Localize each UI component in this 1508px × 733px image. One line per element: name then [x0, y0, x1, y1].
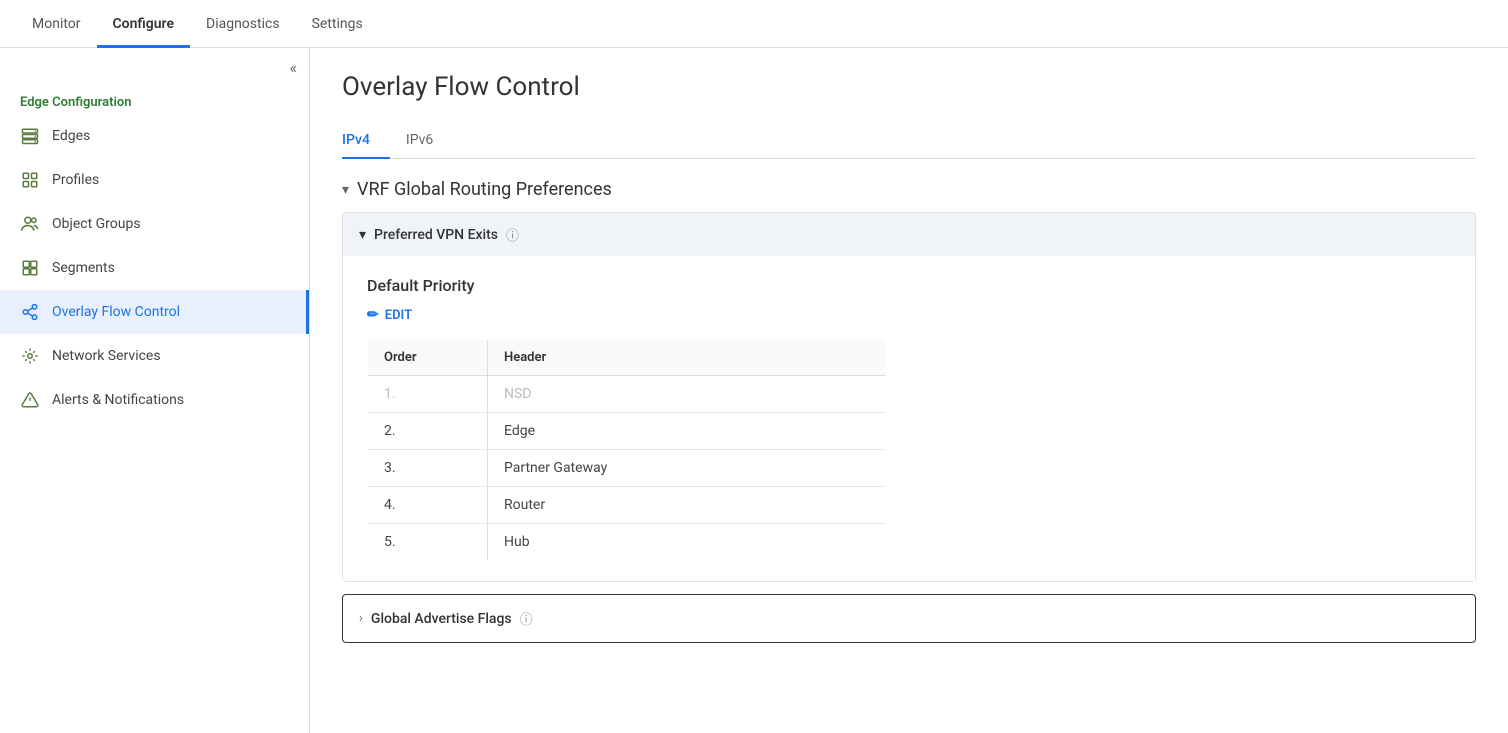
main-layout: « Edge Configuration Edges	[0, 48, 1508, 733]
tab-ipv6[interactable]: IPv6	[406, 122, 453, 158]
vrf-section-header[interactable]: ▾ VRF Global Routing Preferences	[342, 179, 1476, 200]
table-row: 2.Edge	[368, 413, 887, 450]
content-area: Overlay Flow Control IPv4 IPv6 ▾ VRF Glo…	[310, 48, 1508, 733]
priority-table: Order Header 1.NSD2.Edge3.Partner Gatewa…	[367, 339, 887, 561]
table-cell-order: 3.	[368, 450, 488, 487]
col-header-header: Header	[488, 340, 887, 376]
table-cell-order: 1.	[368, 376, 488, 413]
sidebar: « Edge Configuration Edges	[0, 48, 310, 733]
tabs: IPv4 IPv6	[342, 122, 1476, 159]
tab-ipv4[interactable]: IPv4	[342, 122, 390, 158]
tab-diagnostics[interactable]: Diagnostics	[190, 0, 296, 48]
tab-monitor[interactable]: Monitor	[16, 0, 97, 48]
server-icon	[20, 126, 40, 146]
preferred-vpn-exits-body: Default Priority ✏ EDIT Order Header	[343, 256, 1475, 581]
table-cell-header: Partner Gateway	[488, 450, 887, 487]
sidebar-section-label: Edge Configuration	[0, 87, 309, 114]
sidebar-item-segments-label: Segments	[52, 260, 115, 276]
preferred-vpn-chevron-down-icon: ▾	[359, 227, 366, 243]
table-cell-header: Edge	[488, 413, 887, 450]
sidebar-item-overlay-flow-control-label: Overlay Flow Control	[52, 304, 180, 320]
table-cell-order: 5.	[368, 524, 488, 561]
edit-label: EDIT	[385, 308, 412, 323]
sidebar-item-edges[interactable]: Edges	[0, 114, 309, 158]
object-groups-icon	[20, 214, 40, 234]
collapse-icon: «	[289, 58, 297, 77]
sidebar-item-overlay-flow-control[interactable]: Overlay Flow Control	[0, 290, 309, 334]
table-row: 4.Router	[368, 487, 887, 524]
sidebar-item-edges-label: Edges	[52, 128, 90, 144]
profiles-icon	[20, 170, 40, 190]
table-row: 5.Hub	[368, 524, 887, 561]
sidebar-item-alerts-notifications-label: Alerts & Notifications	[52, 392, 184, 408]
global-flags-chevron-right-icon: ›	[359, 611, 363, 626]
tab-configure[interactable]: Configure	[97, 0, 190, 48]
table-cell-order: 4.	[368, 487, 488, 524]
sidebar-item-alerts-notifications[interactable]: Alerts & Notifications	[0, 378, 309, 422]
page-title: Overlay Flow Control	[342, 72, 1476, 102]
table-row: 1.NSD	[368, 376, 887, 413]
vrf-chevron-down-icon: ▾	[342, 182, 349, 198]
sidebar-item-profiles[interactable]: Profiles	[0, 158, 309, 202]
edit-button[interactable]: ✏ EDIT	[367, 307, 1451, 323]
vrf-section: ▾ VRF Global Routing Preferences ▾ Prefe…	[342, 179, 1476, 643]
preferred-vpn-exits-subsection: ▾ Preferred VPN Exits ⓘ Default Priority…	[342, 212, 1476, 582]
vrf-section-title: VRF Global Routing Preferences	[357, 179, 612, 200]
table-cell-header: NSD	[488, 376, 887, 413]
segments-icon	[20, 258, 40, 278]
preferred-vpn-info-icon: ⓘ	[506, 225, 519, 244]
table-row: 3.Partner Gateway	[368, 450, 887, 487]
overlay-flow-control-icon	[20, 302, 40, 322]
sidebar-item-segments[interactable]: Segments	[0, 246, 309, 290]
edit-icon: ✏	[367, 307, 379, 323]
sidebar-item-object-groups-label: Object Groups	[52, 216, 141, 232]
table-cell-header: Router	[488, 487, 887, 524]
sidebar-item-network-services-label: Network Services	[52, 348, 161, 364]
sidebar-item-network-services[interactable]: Network Services	[0, 334, 309, 378]
top-navigation: Monitor Configure Diagnostics Settings	[0, 0, 1508, 48]
sidebar-item-profiles-label: Profiles	[52, 172, 99, 188]
preferred-vpn-exits-header[interactable]: ▾ Preferred VPN Exits ⓘ	[343, 213, 1475, 256]
col-header-order: Order	[368, 340, 488, 376]
tab-settings[interactable]: Settings	[296, 0, 379, 48]
global-advertise-flags-label: Global Advertise Flags	[371, 611, 512, 627]
default-priority-label: Default Priority	[367, 276, 1451, 295]
global-advertise-flags-info-icon: ⓘ	[520, 609, 533, 628]
table-cell-order: 2.	[368, 413, 488, 450]
sidebar-item-object-groups[interactable]: Object Groups	[0, 202, 309, 246]
alerts-icon	[20, 390, 40, 410]
table-cell-header: Hub	[488, 524, 887, 561]
collapse-button[interactable]: «	[0, 48, 309, 87]
network-services-icon	[20, 346, 40, 366]
preferred-vpn-exits-label: Preferred VPN Exits	[374, 227, 498, 243]
global-advertise-flags-section[interactable]: › Global Advertise Flags ⓘ	[342, 594, 1476, 643]
